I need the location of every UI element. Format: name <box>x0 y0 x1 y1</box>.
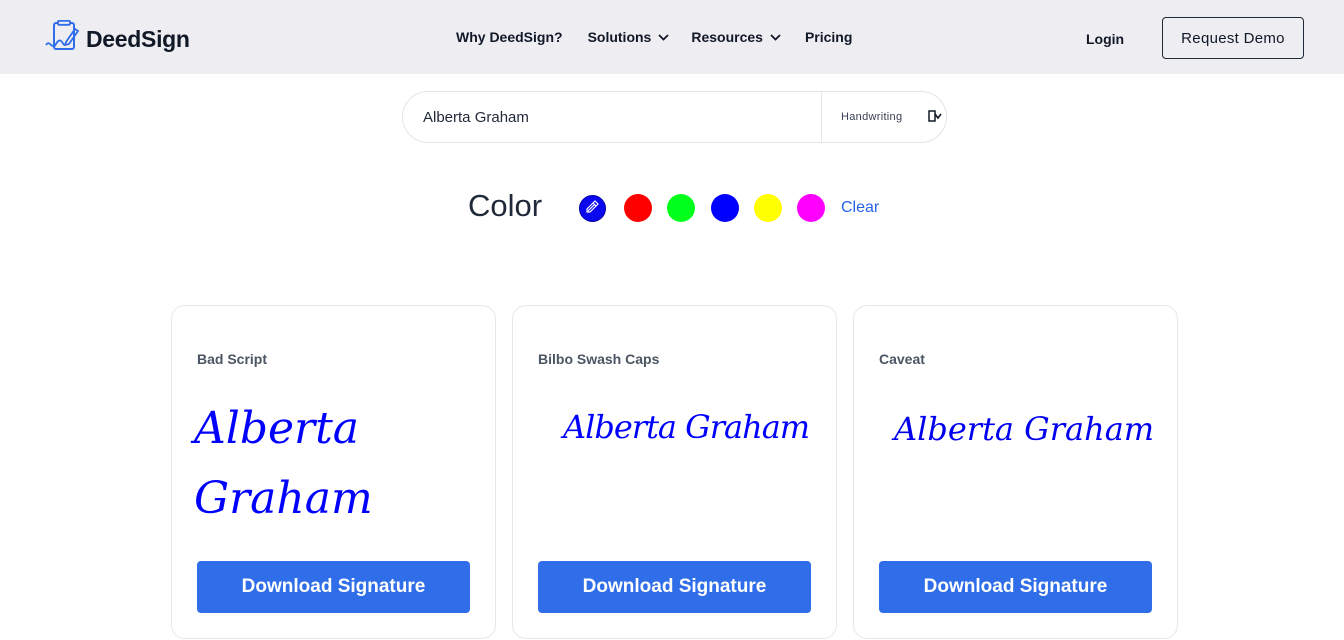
nav-label: Resources <box>691 29 763 45</box>
signature-preview: Alberta Graham <box>194 403 373 524</box>
nav-label: Why DeedSign? <box>456 29 563 45</box>
nav-label: Solutions <box>587 29 652 45</box>
download-signature-button[interactable]: Download Signature <box>879 561 1152 613</box>
name-input[interactable] <box>403 92 821 142</box>
download-signature-button[interactable]: Download Signature <box>538 561 811 613</box>
font-name: Bilbo Swash Caps <box>538 351 660 367</box>
signature-preview: Alberta Graham <box>894 410 1155 448</box>
color-swatch-blue[interactable] <box>711 194 739 222</box>
clear-color-link[interactable]: Clear <box>841 199 879 217</box>
site-header: DeedSign Why DeedSign? Solutions Resourc… <box>0 0 1344 74</box>
nav-pricing[interactable]: Pricing <box>805 29 852 45</box>
request-demo-button[interactable]: Request Demo <box>1162 17 1304 59</box>
select-caret-icon <box>928 109 942 125</box>
font-style-label: Handwriting <box>841 111 903 123</box>
font-name: Caveat <box>879 351 925 367</box>
nav-why-deedsign[interactable]: Why DeedSign? <box>456 29 563 45</box>
download-signature-button[interactable]: Download Signature <box>197 561 470 613</box>
nav-label: Pricing <box>804 29 853 45</box>
color-swatch-red[interactable] <box>624 194 652 222</box>
font-style-select[interactable]: Handwriting <box>822 92 946 142</box>
main-nav: Why DeedSign? Solutions Resources Pricin… <box>456 29 852 45</box>
chevron-down-icon <box>658 33 669 41</box>
chevron-down-icon <box>770 33 781 41</box>
font-name: Bad Script <box>197 351 268 367</box>
eyedropper-icon <box>585 199 600 219</box>
signed-document-icon <box>44 19 82 59</box>
brand-logo[interactable]: DeedSign <box>44 19 190 59</box>
signature-card: Bilbo Swash Caps Alberta Graham Download… <box>512 305 837 639</box>
color-swatch-green[interactable] <box>667 194 695 222</box>
brand-name: DeedSign <box>86 26 190 52</box>
color-swatch-magenta[interactable] <box>797 194 825 222</box>
login-link[interactable]: Login <box>1086 31 1124 47</box>
color-picker-button[interactable] <box>579 195 606 222</box>
signature-preview: Alberta Graham <box>563 408 810 446</box>
color-label: Color <box>468 188 543 223</box>
color-swatch-yellow[interactable] <box>754 194 782 222</box>
signature-card: Bad Script Alberta Graham Download Signa… <box>171 305 496 639</box>
signature-form: Handwriting <box>402 91 947 143</box>
signature-card: Caveat Alberta Graham Download Signature <box>853 305 1178 639</box>
nav-resources[interactable]: Resources <box>691 29 781 45</box>
nav-solutions[interactable]: Solutions <box>588 29 670 45</box>
